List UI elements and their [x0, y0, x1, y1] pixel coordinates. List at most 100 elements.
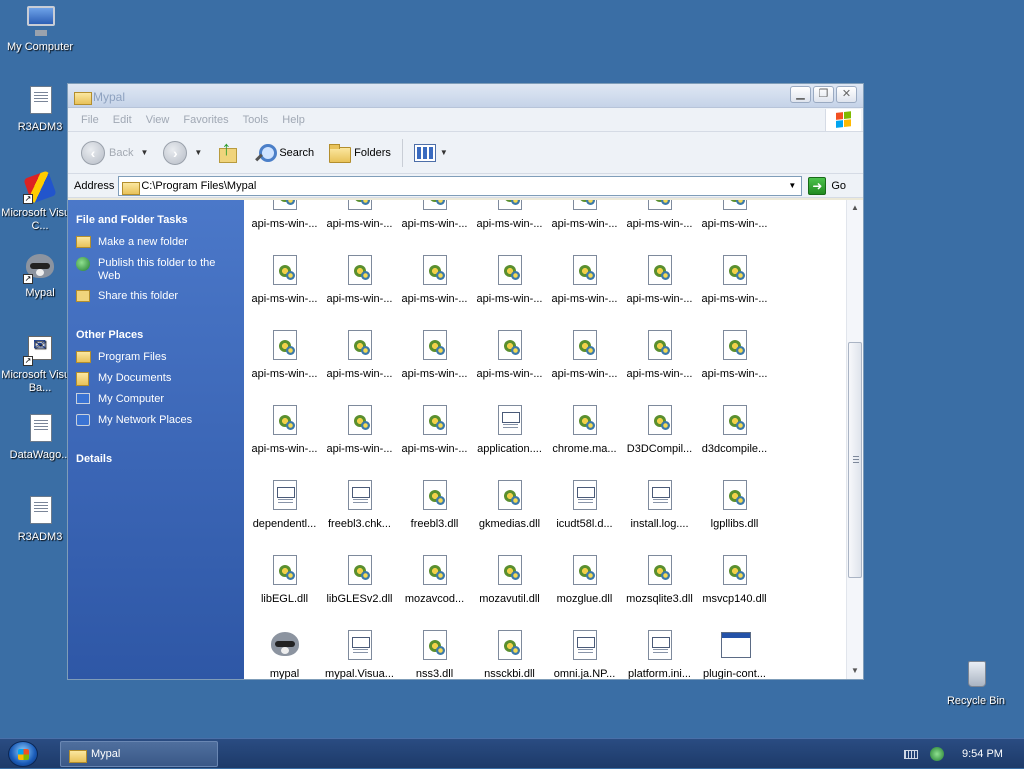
- file-item[interactable]: application....: [472, 405, 547, 455]
- minimize-button[interactable]: ▁: [790, 86, 811, 103]
- file-item[interactable]: gkmedias.dll: [472, 480, 547, 530]
- menu-edit[interactable]: Edit: [106, 114, 139, 126]
- taskbar-item-mypal[interactable]: Mypal: [60, 741, 218, 767]
- menu-favorites[interactable]: Favorites: [176, 114, 235, 126]
- file-item[interactable]: api-ms-win-...: [322, 405, 397, 455]
- file-item[interactable]: nss3.dll: [397, 630, 472, 679]
- file-item[interactable]: api-ms-win-...: [472, 255, 547, 305]
- txt-file-icon: [645, 630, 675, 664]
- start-button[interactable]: [8, 741, 38, 767]
- desktop-icon-recycle-bin[interactable]: Recycle Bin: [936, 658, 1016, 708]
- file-item[interactable]: api-ms-win-...: [247, 330, 322, 380]
- address-dropdown-icon[interactable]: ▼: [785, 179, 799, 193]
- raccoon-icon: [270, 630, 300, 664]
- dll-file-icon: [645, 330, 675, 364]
- file-item[interactable]: omni.ja.NP...: [547, 630, 622, 679]
- file-item[interactable]: freebl3.chk...: [322, 480, 397, 530]
- menu-help[interactable]: Help: [275, 114, 312, 126]
- task-share-folder[interactable]: Share this folder: [76, 290, 236, 304]
- menu-view[interactable]: View: [139, 114, 177, 126]
- file-label: api-ms-win-...: [626, 218, 693, 230]
- file-item[interactable]: mozavutil.dll: [472, 555, 547, 605]
- keyboard-icon[interactable]: [904, 749, 918, 759]
- file-item[interactable]: api-ms-win-...: [697, 330, 772, 380]
- back-button[interactable]: ‹ Back: [78, 137, 136, 169]
- file-item[interactable]: api-ms-win-...: [322, 255, 397, 305]
- file-item[interactable]: api-ms-win-...: [247, 200, 322, 230]
- title-bar[interactable]: Mypal ▁ ❐ ✕: [68, 84, 863, 108]
- menu-tools[interactable]: Tools: [236, 114, 276, 126]
- task-make-new-folder[interactable]: Make a new folder: [76, 236, 236, 250]
- file-item[interactable]: mozglue.dll: [547, 555, 622, 605]
- file-item[interactable]: api-ms-win-...: [547, 330, 622, 380]
- folders-button[interactable]: Folders: [325, 137, 394, 169]
- clock[interactable]: 9:54 PM: [962, 748, 1003, 760]
- file-item[interactable]: api-ms-win-...: [697, 200, 772, 230]
- file-item[interactable]: mypal: [247, 630, 322, 679]
- views-button[interactable]: ▼: [411, 137, 451, 169]
- file-item[interactable]: platform.ini...: [622, 630, 697, 679]
- file-item[interactable]: install.log....: [622, 480, 697, 530]
- vertical-scrollbar[interactable]: ▲ ▼: [846, 200, 863, 679]
- file-label: api-ms-win-...: [326, 293, 393, 305]
- file-item[interactable]: api-ms-win-...: [547, 255, 622, 305]
- file-item[interactable]: api-ms-win-...: [247, 255, 322, 305]
- file-label: msvcp140.dll: [702, 593, 767, 605]
- file-item[interactable]: mozavcod...: [397, 555, 472, 605]
- scroll-up-icon[interactable]: ▲: [847, 200, 863, 216]
- file-item[interactable]: api-ms-win-...: [322, 330, 397, 380]
- up-folder-button[interactable]: [212, 137, 240, 169]
- file-item[interactable]: nssckbi.dll: [472, 630, 547, 679]
- back-dropdown-icon[interactable]: ▼: [140, 148, 148, 157]
- file-item[interactable]: mypal.Visua...: [322, 630, 397, 679]
- place-my-network-places[interactable]: My Network Places: [76, 414, 236, 428]
- file-item[interactable]: libGLESv2.dll: [322, 555, 397, 605]
- network-icon[interactable]: [930, 747, 944, 761]
- file-item[interactable]: api-ms-win-...: [247, 405, 322, 455]
- file-item[interactable]: plugin-cont...: [697, 630, 772, 679]
- place-my-documents[interactable]: My Documents: [76, 372, 236, 386]
- file-item[interactable]: D3DCompil...: [622, 405, 697, 455]
- place-my-computer[interactable]: My Computer: [76, 393, 236, 407]
- task-publish-folder[interactable]: Publish this folder to the Web: [76, 257, 236, 283]
- file-item[interactable]: d3dcompile...: [697, 405, 772, 455]
- file-item[interactable]: msvcp140.dll: [697, 555, 772, 605]
- file-item[interactable]: api-ms-win-...: [397, 330, 472, 380]
- file-item[interactable]: lgpllibs.dll: [697, 480, 772, 530]
- search-button[interactable]: Search: [250, 137, 317, 169]
- menu-file[interactable]: File: [74, 114, 106, 126]
- file-item[interactable]: api-ms-win-...: [472, 200, 547, 230]
- file-item[interactable]: chrome.ma...: [547, 405, 622, 455]
- file-item[interactable]: api-ms-win-...: [547, 200, 622, 230]
- file-item[interactable]: api-ms-win-...: [622, 200, 697, 230]
- go-button[interactable]: ➜ Go: [808, 176, 846, 195]
- file-item[interactable]: api-ms-win-...: [472, 330, 547, 380]
- other-places-title[interactable]: Other Places: [76, 329, 236, 341]
- details-title[interactable]: Details: [76, 453, 236, 465]
- dll-file-icon: [720, 405, 750, 439]
- place-program-files[interactable]: Program Files: [76, 351, 236, 365]
- file-tasks-title[interactable]: File and Folder Tasks: [76, 214, 236, 226]
- scroll-down-icon[interactable]: ▼: [847, 663, 863, 679]
- file-item[interactable]: icudt58l.d...: [547, 480, 622, 530]
- file-item[interactable]: libEGL.dll: [247, 555, 322, 605]
- desktop-icon-my-computer[interactable]: My Computer: [0, 4, 80, 54]
- file-item[interactable]: mozsqlite3.dll: [622, 555, 697, 605]
- file-item[interactable]: api-ms-win-...: [697, 255, 772, 305]
- file-item[interactable]: api-ms-win-...: [397, 255, 472, 305]
- file-item[interactable]: api-ms-win-...: [397, 200, 472, 230]
- dll-file-icon: [645, 200, 675, 214]
- forward-dropdown-icon[interactable]: ▼: [194, 148, 202, 157]
- close-button[interactable]: ✕: [836, 86, 857, 103]
- file-item[interactable]: dependentl...: [247, 480, 322, 530]
- file-label: install.log....: [630, 518, 689, 530]
- file-item[interactable]: api-ms-win-...: [622, 330, 697, 380]
- file-item[interactable]: api-ms-win-...: [322, 200, 397, 230]
- file-item[interactable]: freebl3.dll: [397, 480, 472, 530]
- address-input[interactable]: C:\Program Files\Mypal ▼: [118, 175, 803, 196]
- scroll-thumb[interactable]: [848, 342, 862, 578]
- forward-button[interactable]: ›: [160, 137, 190, 169]
- maximize-button[interactable]: ❐: [813, 86, 834, 103]
- file-item[interactable]: api-ms-win-...: [397, 405, 472, 455]
- file-item[interactable]: api-ms-win-...: [622, 255, 697, 305]
